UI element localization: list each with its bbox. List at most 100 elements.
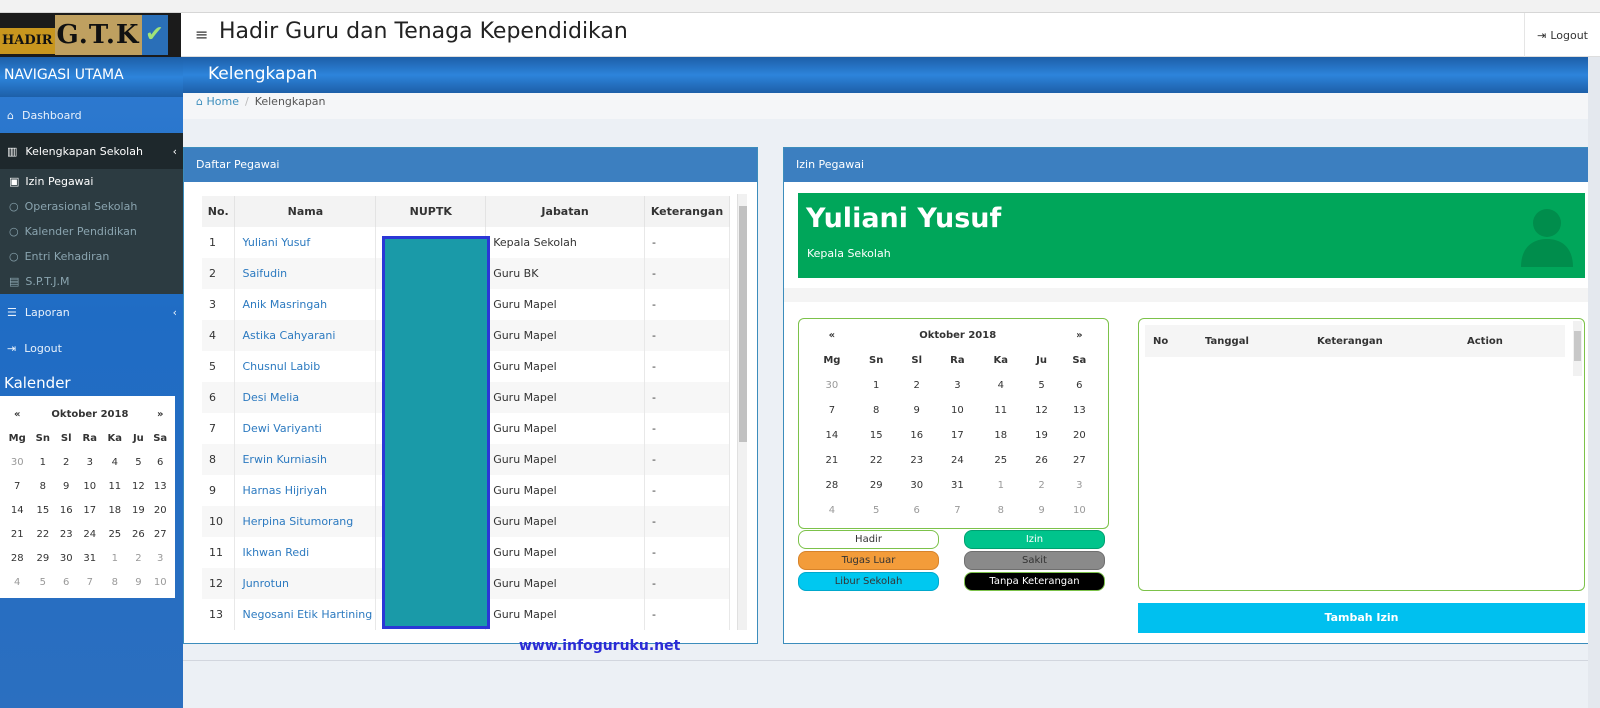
employee-name-link[interactable]: Herpina Situmorang (234, 506, 377, 537)
calendar-day[interactable]: 18 (979, 423, 1022, 448)
column-header[interactable]: Nama (234, 196, 377, 227)
sidebar-subitem-entri[interactable]: ○ Entri Kehadiran (0, 244, 183, 269)
calendar-day[interactable]: 25 (102, 522, 127, 546)
calendar-day[interactable]: 10 (149, 570, 171, 594)
column-header[interactable]: Keterangan (644, 196, 731, 227)
calendar-day[interactable]: 1 (102, 546, 127, 570)
logout-button[interactable]: ⇥ Logout (1524, 13, 1600, 57)
sidebar-subitem-izin-pegawai[interactable]: ▣ Izin Pegawai (0, 169, 183, 194)
calendar-day[interactable]: 10 (1061, 498, 1098, 523)
calendar-day[interactable]: 18 (102, 498, 127, 522)
calendar-day[interactable]: 7 (936, 498, 979, 523)
breadcrumb-home[interactable]: ⌂ Home (196, 95, 239, 108)
employee-name-link[interactable]: Junrotun (234, 568, 377, 599)
page-scrollbar[interactable] (1588, 57, 1600, 708)
calendar-day[interactable]: 7 (809, 398, 855, 423)
calendar-day[interactable]: 4 (979, 373, 1022, 398)
employee-name-link[interactable]: Anik Masringah (234, 289, 377, 320)
employee-name-link[interactable]: Negosani Etik Hartining (234, 599, 377, 630)
calendar-day[interactable]: 10 (936, 398, 979, 423)
calendar-day[interactable]: 19 (1022, 423, 1060, 448)
calendar-day[interactable]: 30 (898, 473, 936, 498)
employee-name-link[interactable]: Ikhwan Redi (234, 537, 377, 568)
calendar-day[interactable]: 24 (77, 522, 102, 546)
calendar-day[interactable]: 14 (809, 423, 855, 448)
calendar-day[interactable]: 4 (809, 498, 855, 523)
calendar-day[interactable]: 26 (1022, 448, 1060, 473)
calendar-day[interactable]: 9 (127, 570, 149, 594)
app-logo[interactable]: HADIR G.T.K ✔ (0, 13, 181, 57)
calendar-day[interactable]: 20 (149, 498, 171, 522)
calendar-day[interactable]: 27 (149, 522, 171, 546)
calendar-day[interactable]: 3 (1061, 473, 1098, 498)
calendar-day[interactable]: 16 (55, 498, 77, 522)
calendar-day[interactable]: 1 (855, 373, 898, 398)
calendar-day[interactable]: 6 (1061, 373, 1098, 398)
calendar-day[interactable]: 31 (936, 473, 979, 498)
calendar-day[interactable]: 9 (1022, 498, 1060, 523)
calendar-day[interactable]: 5 (127, 450, 149, 474)
calendar-day[interactable]: 11 (102, 474, 127, 498)
calendar-day[interactable]: 23 (55, 522, 77, 546)
calendar-prev-button[interactable]: « (4, 402, 30, 426)
sidebar-item-dashboard[interactable]: ⌂ Dashboard (0, 97, 183, 133)
calendar-day[interactable]: 19 (127, 498, 149, 522)
sidebar-item-laporan[interactable]: ☰ Laporan ‹ (0, 294, 183, 330)
calendar-day[interactable]: 15 (855, 423, 898, 448)
calendar-day[interactable]: 3 (936, 373, 979, 398)
employee-name-link[interactable]: Desi Melia (234, 382, 377, 413)
calendar-day[interactable]: 4 (4, 570, 30, 594)
calendar-day[interactable]: 2 (1022, 473, 1060, 498)
sidebar-subitem-sptjm[interactable]: ▤ S.P.T.J.M (0, 269, 183, 294)
calendar-day[interactable]: 30 (55, 546, 77, 570)
calendar-day[interactable]: 27 (1061, 448, 1098, 473)
column-header[interactable]: No. (202, 196, 236, 227)
employee-name-link[interactable]: Chusnul Labib (234, 351, 377, 382)
calendar-day[interactable]: 6 (898, 498, 936, 523)
calendar-day[interactable]: 31 (77, 546, 102, 570)
calendar-day[interactable]: 1 (30, 450, 55, 474)
calendar-day[interactable]: 17 (77, 498, 102, 522)
calendar-day[interactable]: 8 (30, 474, 55, 498)
sidebar-subitem-kalender[interactable]: ○ Kalender Pendidikan (0, 219, 183, 244)
scrollbar-thumb[interactable] (739, 206, 747, 442)
calendar-day[interactable]: 21 (4, 522, 30, 546)
calendar-day[interactable]: 7 (77, 570, 102, 594)
calendar-day[interactable]: 1 (979, 473, 1022, 498)
column-header[interactable]: NUPTK (375, 196, 487, 227)
calendar-day[interactable]: 22 (30, 522, 55, 546)
tambah-izin-button[interactable]: Tambah Izin (1138, 603, 1585, 633)
calendar-day[interactable]: 29 (30, 546, 55, 570)
calendar-day[interactable]: 13 (149, 474, 171, 498)
employee-name-link[interactable]: Astika Cahyarani (234, 320, 377, 351)
column-header[interactable]: Jabatan (485, 196, 645, 227)
calendar-day[interactable]: 26 (127, 522, 149, 546)
calendar-day[interactable]: 5 (855, 498, 898, 523)
employee-name-link[interactable]: Erwin Kurniasih (234, 444, 377, 475)
calendar-prev-button[interactable]: « (809, 323, 855, 348)
calendar-day[interactable]: 7 (4, 474, 30, 498)
calendar-day[interactable]: 10 (77, 474, 102, 498)
employee-name-link[interactable]: Dewi Variyanti (234, 413, 377, 444)
calendar-day[interactable]: 29 (855, 473, 898, 498)
calendar-day[interactable]: 8 (979, 498, 1022, 523)
calendar-day[interactable]: 8 (855, 398, 898, 423)
employee-name-link[interactable]: Harnas Hijriyah (234, 475, 377, 506)
calendar-day[interactable]: 12 (1022, 398, 1060, 423)
calendar-day[interactable]: 30 (809, 373, 855, 398)
calendar-day[interactable]: 2 (127, 546, 149, 570)
calendar-day[interactable]: 5 (1022, 373, 1060, 398)
calendar-day[interactable]: 9 (898, 398, 936, 423)
sidebar-subitem-operasional[interactable]: ○ Operasional Sekolah (0, 194, 183, 219)
calendar-day[interactable]: 17 (936, 423, 979, 448)
employee-name-link[interactable]: Saifudin (234, 258, 377, 289)
calendar-day[interactable]: 5 (30, 570, 55, 594)
sidebar-item-logout[interactable]: ⇥ Logout (0, 330, 183, 366)
calendar-day[interactable]: 16 (898, 423, 936, 448)
calendar-next-button[interactable]: » (149, 402, 171, 426)
table-scrollbar[interactable] (737, 194, 747, 630)
employee-name-link[interactable]: Yuliani Yusuf (234, 227, 377, 258)
calendar-day[interactable]: 11 (979, 398, 1022, 423)
izin-scrollbar[interactable] (1573, 321, 1582, 376)
calendar-next-button[interactable]: » (1061, 323, 1098, 348)
